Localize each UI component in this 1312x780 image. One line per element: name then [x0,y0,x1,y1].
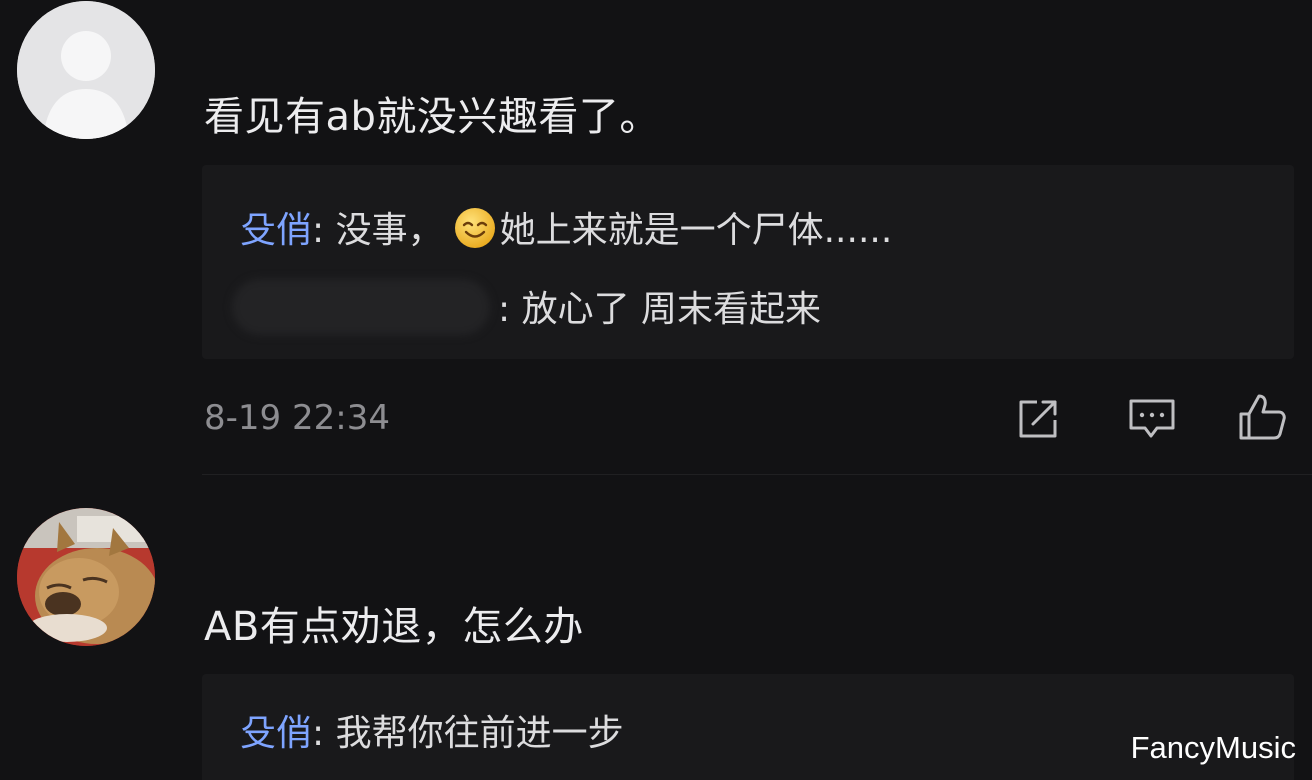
comment-divider [202,474,1312,475]
reply-item-2[interactable]: : 放心了 周末看起来 [232,279,822,335]
share-icon[interactable] [1015,396,1065,442]
comment-icon[interactable] [1127,396,1177,442]
like-icon[interactable] [1237,392,1287,440]
comment-text: AB有点劝退，怎么办 [204,604,584,650]
reply-item-1[interactable]: 殳俏: 我帮你往前进一步 [240,704,624,756]
reply-separator: : [312,210,336,251]
reply-text: 放心了 周末看起来 [521,289,822,330]
reply-text: 她上来就是一个尸体...... [499,210,893,251]
reply-text: 我帮你往前进一步 [335,713,624,754]
blurred-username [232,279,490,335]
watermark: FancyMusic [1130,730,1296,765]
reply-text-prefix: 没事， [335,210,444,251]
reply-author[interactable]: 殳俏 [240,713,312,754]
comment-timestamp: 8-19 22:34 [204,398,390,438]
reply-item-1[interactable]: 殳俏: 没事， 她上来就是一个尸体...... [240,201,892,253]
comment-text: 看见有ab就没兴趣看了。 [204,94,660,140]
dog-avatar-icon[interactable] [17,508,155,646]
reply-box[interactable]: 殳俏: 没事， 她上来就是一个尸体...... : 放心了 周末看起来 [202,165,1294,359]
reply-author[interactable]: 殳俏 [240,210,312,251]
smiling-face-emoji-icon [454,207,496,249]
reply-separator: : [498,289,522,330]
default-avatar-icon[interactable] [17,1,155,139]
reply-separator: : [312,713,336,754]
